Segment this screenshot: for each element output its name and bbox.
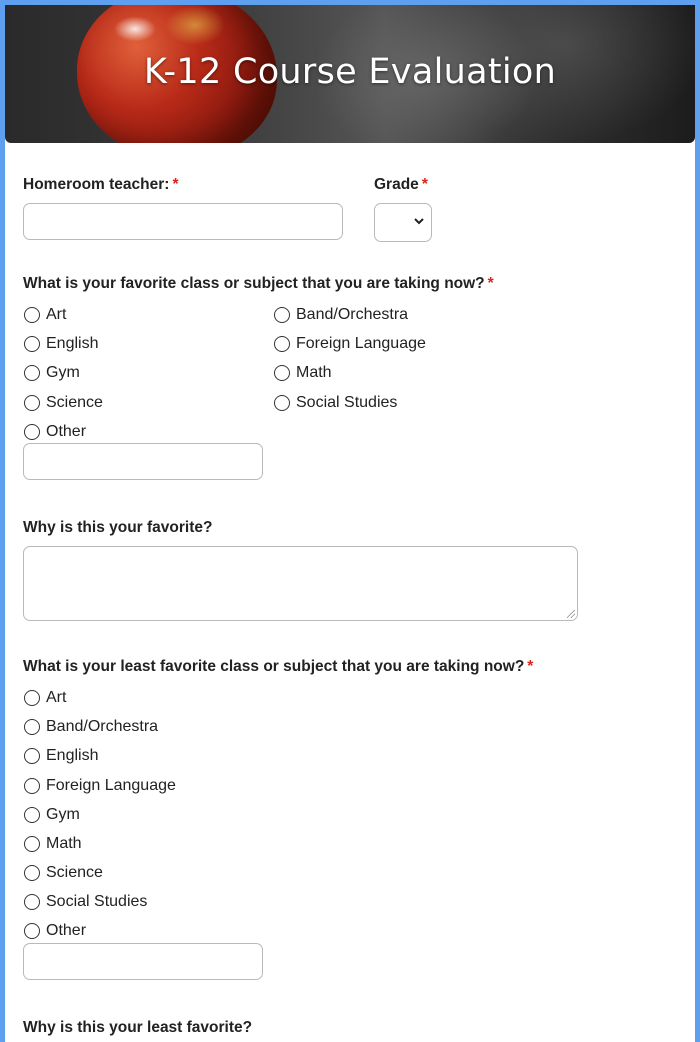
radio-circle[interactable] — [24, 365, 40, 381]
least-favorite-subject-label-text: What is your least favorite class or sub… — [23, 658, 525, 675]
option-label: Foreign Language — [46, 777, 176, 794]
option-label: Band/Orchestra — [46, 718, 159, 735]
radio-circle[interactable] — [274, 365, 290, 381]
grade-label: Grade * — [374, 176, 428, 194]
radio-circle[interactable] — [24, 748, 40, 764]
option-label: Band/Orchestra — [296, 306, 409, 323]
favorite-subject-label-text: What is your favorite class or subject t… — [23, 275, 485, 292]
option-label: Math — [296, 364, 332, 381]
radio-circle[interactable] — [24, 923, 40, 939]
radio-circle[interactable] — [24, 424, 40, 440]
required-mark: * — [487, 275, 494, 292]
homeroom-label: Homeroom teacher: * — [23, 176, 178, 194]
option-label: Other — [46, 922, 87, 939]
apple-stem-glow — [165, 5, 225, 45]
option-label: Gym — [46, 806, 80, 823]
radio-circle[interactable] — [24, 778, 40, 794]
radio-circle[interactable] — [24, 690, 40, 706]
least-favorite-subject-label: What is your least favorite class or sub… — [23, 658, 533, 676]
least-option-social-studies[interactable]: Social Studies — [24, 891, 147, 913]
radio-circle[interactable] — [274, 336, 290, 352]
favorite-subject-label: What is your favorite class or subject t… — [23, 275, 494, 293]
homeroom-label-text: Homeroom teacher: — [23, 176, 170, 193]
favorite-option-foreign-language[interactable]: Foreign Language — [274, 333, 426, 355]
grade-label-text: Grade — [374, 176, 419, 193]
favorite-option-english[interactable]: English — [24, 333, 98, 355]
option-label: Art — [46, 306, 67, 323]
favorite-option-art[interactable]: Art — [24, 304, 66, 326]
option-label: Math — [46, 835, 82, 852]
radio-circle[interactable] — [24, 307, 40, 323]
favorite-other-input[interactable] — [23, 443, 263, 480]
favorite-option-science[interactable]: Science — [24, 392, 103, 414]
least-option-other[interactable]: Other — [24, 920, 86, 942]
option-label: Other — [46, 423, 87, 440]
favorite-option-social-studies[interactable]: Social Studies — [274, 392, 397, 414]
option-label: Science — [46, 864, 103, 881]
why-favorite-label: Why is this your favorite? — [23, 519, 213, 536]
option-label: Social Studies — [46, 893, 148, 910]
option-label: English — [46, 335, 99, 352]
required-mark: * — [421, 176, 428, 193]
chevron-down-icon — [414, 216, 424, 228]
radio-circle[interactable] — [24, 836, 40, 852]
least-other-input[interactable] — [23, 943, 263, 980]
least-option-english[interactable]: English — [24, 745, 98, 767]
radio-circle[interactable] — [24, 865, 40, 881]
radio-circle[interactable] — [24, 395, 40, 411]
form-container: K-12 Course Evaluation Homeroom teacher:… — [5, 5, 695, 1042]
least-option-art[interactable]: Art — [24, 687, 66, 709]
required-mark: * — [172, 176, 179, 193]
option-label: Science — [46, 394, 103, 411]
option-label: Art — [46, 689, 67, 706]
homeroom-teacher-input[interactable] — [23, 203, 343, 240]
radio-circle[interactable] — [274, 307, 290, 323]
option-label: Foreign Language — [296, 335, 426, 352]
page-title: K-12 Course Evaluation — [143, 52, 557, 92]
radio-circle[interactable] — [24, 894, 40, 910]
radio-circle[interactable] — [24, 336, 40, 352]
favorite-option-math[interactable]: Math — [274, 362, 332, 384]
grade-select[interactable] — [374, 203, 432, 242]
favorite-option-band-orchestra[interactable]: Band/Orchestra — [274, 304, 408, 326]
favorite-option-other[interactable]: Other — [24, 421, 86, 443]
radio-circle[interactable] — [24, 807, 40, 823]
favorite-option-gym[interactable]: Gym — [24, 362, 80, 384]
resize-handle-icon[interactable] — [567, 610, 575, 618]
option-label: Social Studies — [296, 394, 398, 411]
radio-circle[interactable] — [24, 719, 40, 735]
least-option-science[interactable]: Science — [24, 862, 103, 884]
option-label: English — [46, 747, 99, 764]
why-least-favorite-label: Why is this your least favorite? — [23, 1019, 253, 1036]
least-option-gym[interactable]: Gym — [24, 804, 80, 826]
least-option-math[interactable]: Math — [24, 833, 82, 855]
radio-circle[interactable] — [274, 395, 290, 411]
least-option-band-orchestra[interactable]: Band/Orchestra — [24, 716, 158, 738]
least-option-foreign-language[interactable]: Foreign Language — [24, 775, 176, 797]
header-banner: K-12 Course Evaluation — [5, 5, 695, 143]
why-favorite-textarea[interactable] — [23, 546, 578, 621]
option-label: Gym — [46, 364, 80, 381]
required-mark: * — [527, 658, 534, 675]
